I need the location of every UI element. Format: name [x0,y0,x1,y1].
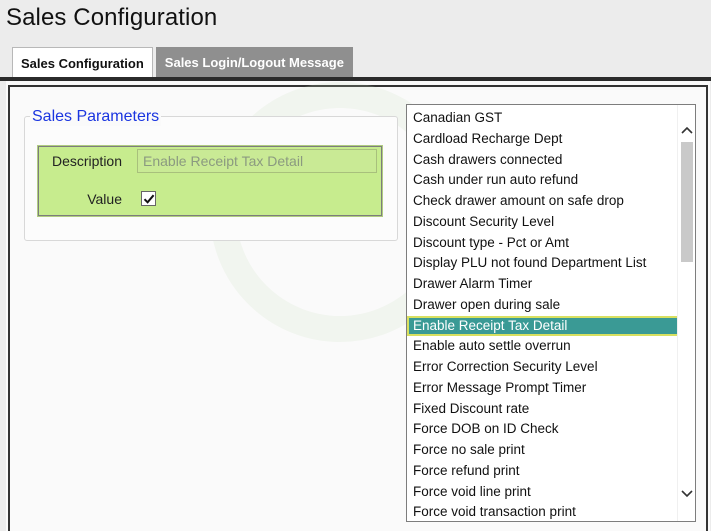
list-item[interactable]: Cardload Recharge Dept [407,129,679,150]
page-title: Sales Configuration [6,4,218,31]
list-scrollbar[interactable] [677,105,695,521]
list-item[interactable]: Check drawer amount on safe drop [407,191,679,212]
list-item[interactable]: Display PLU not found Department List [407,253,679,274]
list-item[interactable]: Drawer open during sale [407,295,679,316]
list-item[interactable]: Drawer Alarm Timer [407,274,679,295]
checkmark-icon [143,194,154,204]
description-label: Description [51,153,122,169]
list-item[interactable]: Force void line print [407,482,679,503]
list-item[interactable]: Discount Security Level [407,212,679,233]
list-item[interactable]: Fixed Discount rate [407,399,679,420]
tab-sales-configuration[interactable]: Sales Configuration [12,47,153,78]
scroll-up-chevron-icon[interactable] [679,122,695,138]
sales-configuration-app: Sales Configuration Sales Configuration … [0,0,711,531]
list-item[interactable]: Discount type - Pct or Amt [407,233,679,254]
list-item-selected[interactable]: Enable Receipt Tax Detail [407,315,679,337]
value-label: Value [87,191,122,207]
list-item[interactable]: Canadian GST [407,108,679,129]
scroll-thumb[interactable] [681,142,693,262]
scroll-down-chevron-icon[interactable] [679,486,695,502]
tab-bar: Sales Configuration Sales Login/Logout M… [12,47,353,78]
list-item[interactable]: Enable auto settle overrun [407,336,679,357]
list-item[interactable]: Cash under run auto refund [407,170,679,191]
list-item[interactable]: Error Message Prompt Timer [407,378,679,399]
sales-parameters-legend: Sales Parameters [30,108,162,126]
parameter-list-items: Canadian GST Cardload Recharge Dept Cash d… [407,108,679,521]
description-field[interactable]: Enable Receipt Tax Detail [137,149,377,173]
list-item[interactable]: Force refund print [407,461,679,482]
tab-sales-login-logout-message[interactable]: Sales Login/Logout Message [155,47,353,77]
list-item[interactable]: Force DOB on ID Check [407,419,679,440]
list-item[interactable]: Force no sale print [407,440,679,461]
list-item[interactable]: Force void transaction print [407,502,679,521]
list-item[interactable]: Error Correction Security Level [407,357,679,378]
value-checkbox[interactable] [141,191,156,206]
list-item[interactable]: Cash drawers connected [407,150,679,171]
parameter-list[interactable]: Canadian GST Cardload Recharge Dept Cash d… [406,104,696,522]
